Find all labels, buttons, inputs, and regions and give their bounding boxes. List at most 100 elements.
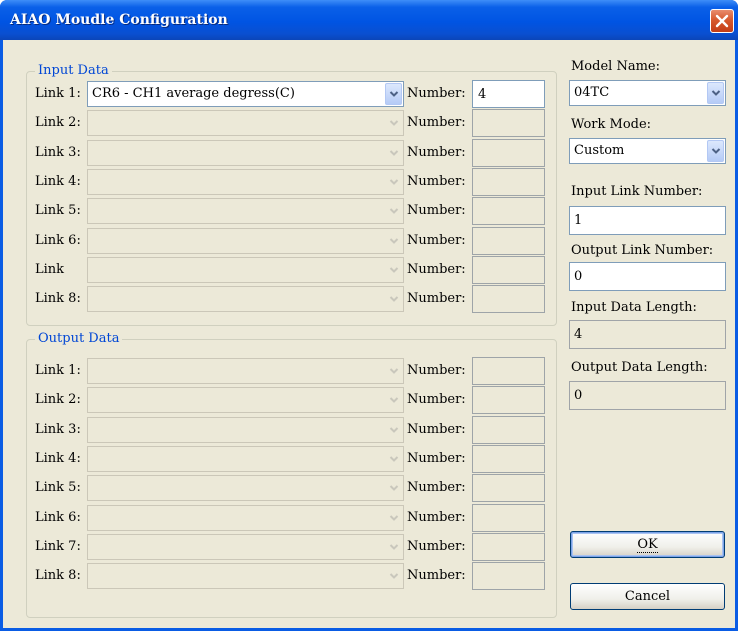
output-link-6-dropdown-button[interactable]	[385, 507, 402, 529]
input-link-1-number-label: Number:	[407, 86, 466, 101]
input-link-5-number-field[interactable]	[472, 197, 545, 225]
output-link-5-number-field[interactable]	[472, 474, 545, 502]
output-link-4-number-label: Number:	[407, 451, 466, 466]
input-link-5-dropdown-button[interactable]	[385, 200, 402, 222]
chevron-down-icon	[389, 456, 398, 462]
input-link-4-select[interactable]	[87, 169, 404, 195]
input-link-4-number-label: Number:	[407, 174, 466, 189]
chevron-down-icon	[389, 368, 398, 374]
chevron-down-icon	[389, 397, 398, 403]
output-link-2-select[interactable]	[87, 387, 404, 413]
output-link-4-number-field[interactable]	[472, 445, 545, 473]
model-name-dropdown-button[interactable]	[707, 82, 724, 104]
output-link-number-field[interactable]: 0	[569, 262, 726, 291]
output-link-6-select[interactable]	[87, 505, 404, 531]
input-link-3-number-field[interactable]	[472, 139, 545, 167]
input-link-8-dropdown-button[interactable]	[385, 288, 402, 310]
input-link-number-field[interactable]: 1	[569, 206, 726, 235]
output-link-8-number-field[interactable]	[472, 562, 545, 590]
output-link-8-label: Link 8:	[35, 568, 81, 583]
output-link-2-label: Link 2:	[35, 392, 81, 407]
input-link-1-number-field[interactable]: 4	[472, 80, 545, 108]
input-data-length-label: Input Data Length:	[571, 300, 697, 315]
input-link-1-dropdown-button[interactable]	[385, 83, 402, 105]
output-link-5-label: Link 5:	[35, 480, 81, 495]
model-name-label: Model Name:	[571, 59, 660, 74]
input-link-6-dropdown-button[interactable]	[385, 230, 402, 252]
chevron-down-icon	[389, 150, 398, 156]
output-link-5-select[interactable]	[87, 475, 404, 501]
dialog-client-area: Input Data Output Data Link 1: CR6 - CH1 …	[3, 40, 735, 628]
input-data-group-title: Input Data	[35, 63, 112, 79]
output-link-5-number-label: Number:	[407, 480, 466, 495]
cancel-button[interactable]: Cancel	[570, 583, 725, 610]
input-link-8-select[interactable]	[87, 286, 404, 312]
output-link-8-dropdown-button[interactable]	[385, 565, 402, 587]
work-mode-select[interactable]: Custom	[569, 138, 726, 164]
chevron-down-icon	[389, 267, 398, 273]
output-link-1-select[interactable]	[87, 358, 404, 384]
chevron-down-icon	[389, 485, 398, 491]
chevron-down-icon	[389, 238, 398, 244]
chevron-down-icon	[711, 148, 720, 154]
output-link-7-number-field[interactable]	[472, 533, 545, 561]
input-link-7-dropdown-button[interactable]	[385, 259, 402, 281]
input-link-3-dropdown-button[interactable]	[385, 142, 402, 164]
output-link-4-dropdown-button[interactable]	[385, 448, 402, 470]
input-link-5-number-label: Number:	[407, 203, 466, 218]
output-link-3-number-label: Number:	[407, 422, 466, 437]
output-link-1-dropdown-button[interactable]	[385, 360, 402, 382]
input-link-7-number-label: Number:	[407, 262, 466, 277]
input-link-3-select[interactable]	[87, 140, 404, 166]
output-link-1-label: Link 1:	[35, 363, 81, 378]
input-link-7-number-field[interactable]	[472, 256, 545, 284]
output-link-3-select[interactable]	[87, 417, 404, 443]
output-link-7-number-label: Number:	[407, 539, 466, 554]
input-link-4-label: Link 4:	[35, 174, 81, 189]
chevron-down-icon	[389, 296, 398, 302]
input-link-8-number-field[interactable]	[472, 285, 545, 313]
work-mode-dropdown-button[interactable]	[707, 140, 724, 162]
ok-button-label: OK	[637, 537, 658, 553]
close-button[interactable]	[710, 9, 734, 33]
input-link-8-number-label: Number:	[407, 291, 466, 306]
input-link-2-number-field[interactable]	[472, 109, 545, 137]
input-link-number-label: Input Link Number:	[571, 184, 703, 199]
output-data-length-label: Output Data Length:	[571, 360, 708, 375]
work-mode-label: Work Mode:	[571, 117, 652, 132]
output-link-3-number-field[interactable]	[472, 416, 545, 444]
input-link-6-number-label: Number:	[407, 233, 466, 248]
model-name-select[interactable]: 04TC	[569, 80, 726, 106]
output-link-7-select[interactable]	[87, 534, 404, 560]
output-data-length-value: 0	[574, 388, 583, 403]
output-link-4-select[interactable]	[87, 446, 404, 472]
input-link-4-dropdown-button[interactable]	[385, 171, 402, 193]
chevron-down-icon	[389, 515, 398, 521]
output-link-5-dropdown-button[interactable]	[385, 477, 402, 499]
input-link-8-label: Link 8:	[35, 291, 81, 306]
output-data-group-title: Output Data	[35, 331, 123, 347]
input-link-6-label: Link 6:	[35, 233, 81, 248]
input-link-5-select[interactable]	[87, 198, 404, 224]
ok-button[interactable]: OK	[570, 531, 725, 558]
output-link-3-dropdown-button[interactable]	[385, 419, 402, 441]
chevron-down-icon	[389, 573, 398, 579]
cancel-button-label: Cancel	[624, 589, 671, 604]
input-link-2-select[interactable]	[87, 110, 404, 136]
input-link-4-number-field[interactable]	[472, 168, 545, 196]
input-link-6-number-field[interactable]	[472, 227, 545, 255]
input-data-length-value: 4	[574, 327, 583, 342]
output-link-7-dropdown-button[interactable]	[385, 536, 402, 558]
output-link-6-number-field[interactable]	[472, 504, 545, 532]
output-link-2-dropdown-button[interactable]	[385, 389, 402, 411]
title-bar[interactable]: AIAO Moudle Configuration	[0, 0, 738, 40]
output-link-1-number-field[interactable]	[472, 357, 545, 385]
input-link-7-select[interactable]	[87, 257, 404, 283]
input-link-6-select[interactable]	[87, 228, 404, 254]
input-link-2-dropdown-button[interactable]	[385, 112, 402, 134]
input-link-1-select[interactable]: CR6 - CH1 average degress(C)	[87, 81, 404, 107]
output-link-6-label: Link 6:	[35, 510, 81, 525]
output-link-8-select[interactable]	[87, 563, 404, 589]
output-link-2-number-field[interactable]	[472, 386, 545, 414]
model-name-value: 04TC	[574, 85, 610, 100]
